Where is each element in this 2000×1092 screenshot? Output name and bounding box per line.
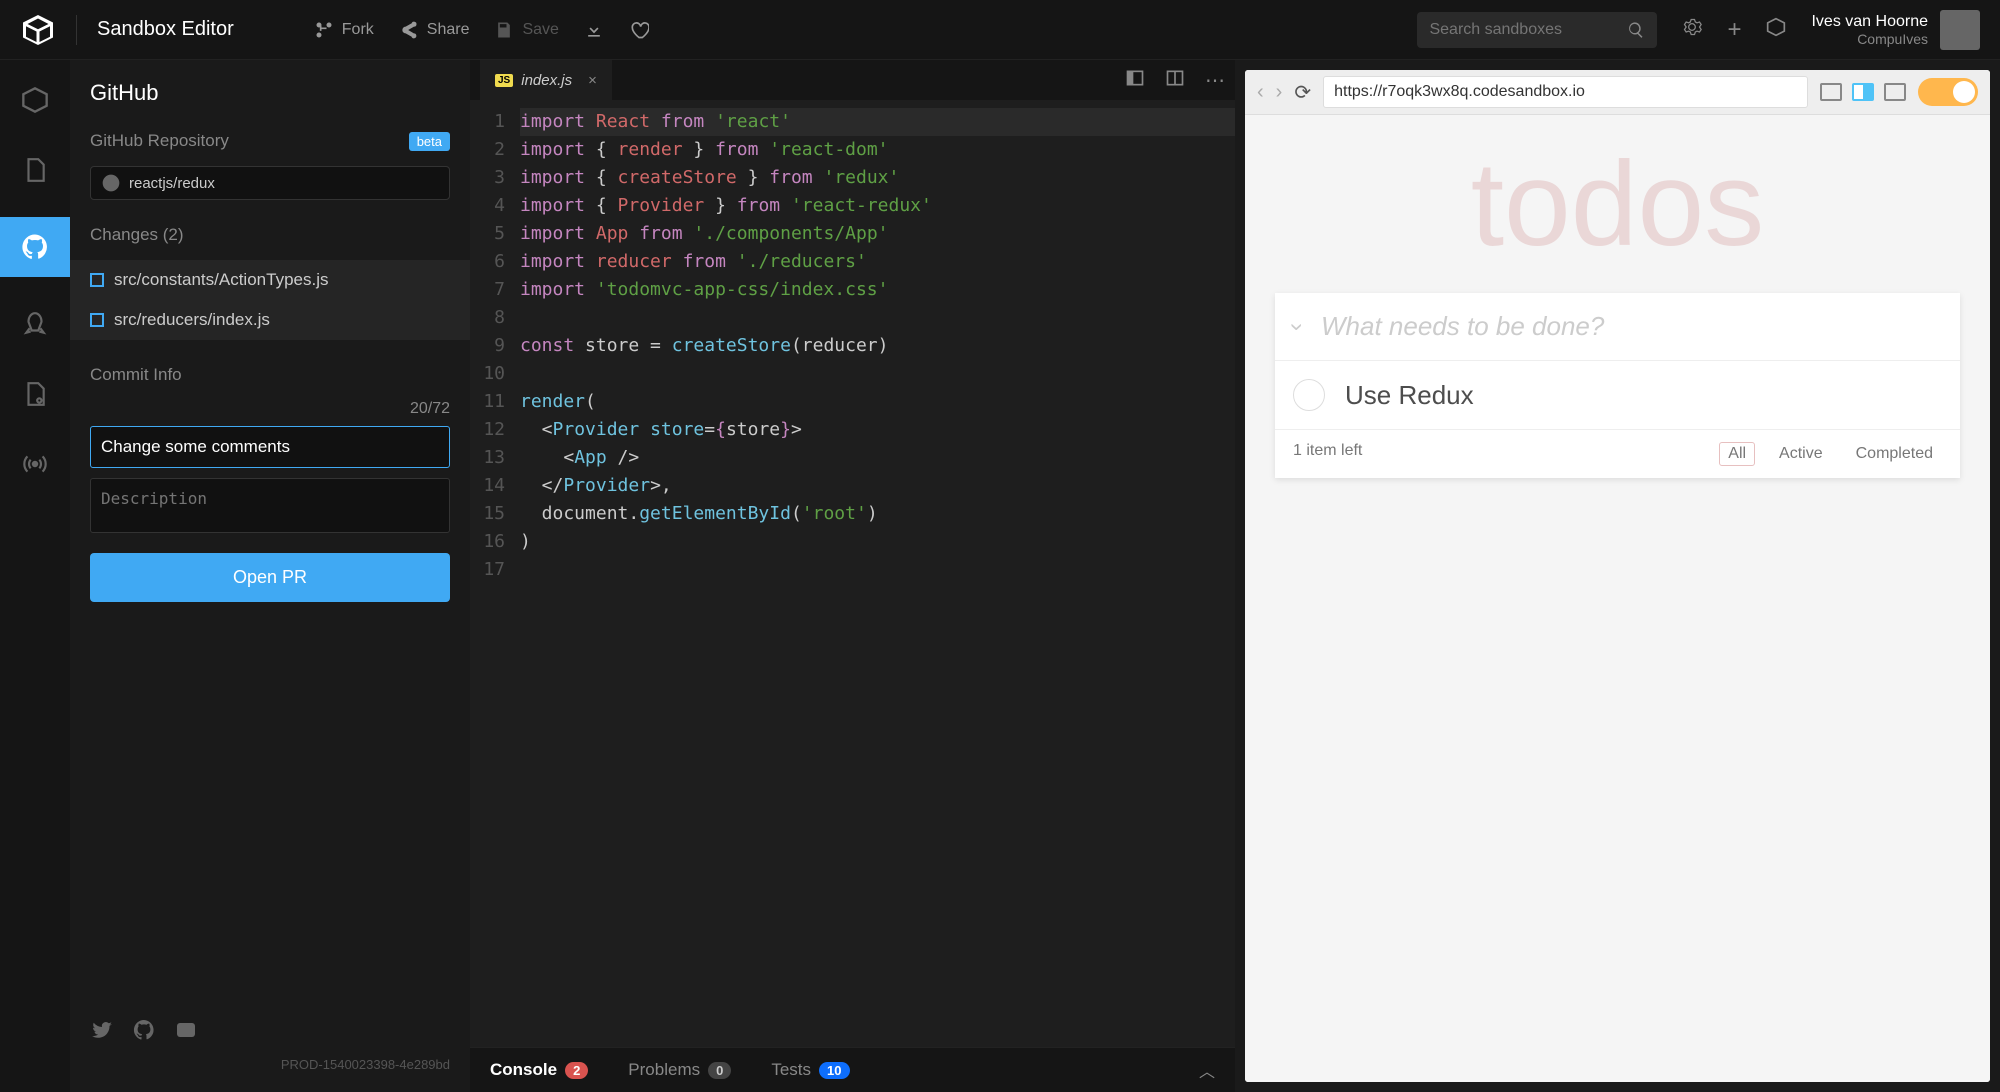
like-button[interactable] xyxy=(629,20,649,40)
download-icon xyxy=(584,20,604,40)
github-icon[interactable] xyxy=(132,1018,156,1042)
commit-title-input[interactable] xyxy=(90,426,450,468)
save-icon xyxy=(494,20,514,40)
repo-label: GitHub Repository xyxy=(90,131,229,151)
todo-input-placeholder: What needs to be done? xyxy=(1321,311,1604,342)
broadcast-icon xyxy=(22,451,48,477)
chevron-down-icon[interactable]: › xyxy=(1283,323,1311,331)
beta-badge: beta xyxy=(409,132,450,151)
fork-button[interactable]: Fork xyxy=(314,20,374,40)
view-split-icon[interactable] xyxy=(1852,83,1874,101)
search-icon xyxy=(1627,20,1645,40)
twitter-icon[interactable] xyxy=(90,1018,114,1042)
heart-icon xyxy=(629,20,649,40)
close-tab-button[interactable]: × xyxy=(588,72,597,89)
repo-input[interactable] xyxy=(129,175,439,192)
github-icon xyxy=(20,232,50,262)
save-button[interactable]: Save xyxy=(494,20,558,40)
changes-label: Changes (2) xyxy=(90,225,450,245)
chevron-up-icon[interactable]: ︿ xyxy=(1199,1058,1215,1082)
cube-icon xyxy=(21,86,49,114)
open-pr-button[interactable]: Open PR xyxy=(90,553,450,602)
file-icon xyxy=(22,157,48,183)
todo-item[interactable]: Use Redux xyxy=(1275,361,1960,430)
sidebar-item-files[interactable] xyxy=(20,155,50,185)
tab-tests[interactable]: Tests10 xyxy=(771,1060,849,1080)
sidebar-item-project[interactable] xyxy=(20,85,50,115)
app-logo[interactable] xyxy=(20,12,56,48)
build-id: PROD-1540023398-4e289bd xyxy=(90,1057,450,1072)
user-menu[interactable]: Ives van Hoorne CompuIves xyxy=(1811,10,1980,50)
share-button[interactable]: Share xyxy=(399,20,470,40)
js-badge-icon: JS xyxy=(495,74,513,87)
fork-icon xyxy=(314,20,334,40)
code-area[interactable]: 1234567891011121314151617 import React f… xyxy=(470,100,1235,1047)
divider xyxy=(76,15,77,45)
todo-checkbox[interactable] xyxy=(1293,379,1325,411)
modified-icon xyxy=(90,273,104,287)
nav-forward-button[interactable]: › xyxy=(1276,81,1283,104)
view-desktop-icon[interactable] xyxy=(1820,83,1842,101)
bottom-panel-tabs: Console2 Problems0 Tests10 ︿ xyxy=(470,1047,1235,1092)
rocket-icon xyxy=(22,311,48,337)
cube-button[interactable] xyxy=(1766,17,1786,42)
share-icon xyxy=(399,20,419,40)
cube-icon xyxy=(1766,17,1786,37)
todo-app-title: todos xyxy=(1245,135,1990,273)
activity-bar xyxy=(0,60,70,1092)
sidebar-item-deploy[interactable] xyxy=(20,309,50,339)
editor: JS index.js × ⋯ 123456789101112131415161… xyxy=(470,60,1235,1092)
todo-input-row[interactable]: › What needs to be done? xyxy=(1275,293,1960,361)
more-icon[interactable]: ⋯ xyxy=(1205,68,1225,93)
layout-split-icon[interactable] xyxy=(1165,68,1185,88)
github-panel: GitHub GitHub Repository beta Changes (2… xyxy=(70,60,470,1092)
url-input[interactable] xyxy=(1323,76,1808,108)
modified-icon xyxy=(90,313,104,327)
preview-browser: ‹ › ⟳ todos › What needs to be done? xyxy=(1245,70,1990,1082)
tab-console[interactable]: Console2 xyxy=(490,1060,588,1080)
avatar xyxy=(1940,10,1980,50)
sidebar-item-live[interactable] xyxy=(20,449,50,479)
file-gear-icon xyxy=(22,381,48,407)
repo-input-wrapper xyxy=(90,166,450,200)
panel-title: GitHub xyxy=(90,80,450,106)
filter-all[interactable]: All xyxy=(1719,442,1755,466)
user-name: Ives van Hoorne xyxy=(1811,13,1928,31)
github-icon xyxy=(101,173,121,193)
user-org: CompuIves xyxy=(1811,31,1928,47)
search-input[interactable] xyxy=(1429,21,1627,39)
filter-active[interactable]: Active xyxy=(1770,442,1832,466)
change-item[interactable]: src/reducers/index.js xyxy=(70,300,470,340)
layout-left-icon[interactable] xyxy=(1125,68,1145,88)
preview-panel: ‹ › ⟳ todos › What needs to be done? xyxy=(1235,60,2000,1092)
preview-toggle[interactable] xyxy=(1918,78,1978,106)
topbar: Sandbox Editor Fork Share Save + Ives va… xyxy=(0,0,2000,60)
editor-tab[interactable]: JS index.js × xyxy=(480,60,612,100)
gear-icon xyxy=(1682,17,1702,37)
view-expand-icon[interactable] xyxy=(1884,83,1906,101)
discord-icon[interactable] xyxy=(174,1018,198,1042)
reload-button[interactable]: ⟳ xyxy=(1294,80,1311,105)
todo-count: 1 item left xyxy=(1293,442,1719,466)
editor-tabs: JS index.js × ⋯ xyxy=(470,60,1235,100)
commit-info-label: Commit Info xyxy=(90,365,450,385)
commit-description-input[interactable] xyxy=(90,478,450,533)
nav-back-button[interactable]: ‹ xyxy=(1257,81,1264,104)
sidebar-item-github[interactable] xyxy=(0,217,70,277)
search-box[interactable] xyxy=(1417,12,1657,48)
app-title: Sandbox Editor xyxy=(97,18,234,41)
settings-button[interactable] xyxy=(1682,17,1702,42)
change-item[interactable]: src/constants/ActionTypes.js xyxy=(70,260,470,300)
sidebar-item-config[interactable] xyxy=(20,379,50,409)
filter-completed[interactable]: Completed xyxy=(1847,442,1942,466)
download-button[interactable] xyxy=(584,20,604,40)
new-button[interactable]: + xyxy=(1727,16,1741,44)
todo-item-text: Use Redux xyxy=(1345,380,1474,411)
tab-problems[interactable]: Problems0 xyxy=(628,1060,731,1080)
char-count: 20/72 xyxy=(90,400,450,418)
